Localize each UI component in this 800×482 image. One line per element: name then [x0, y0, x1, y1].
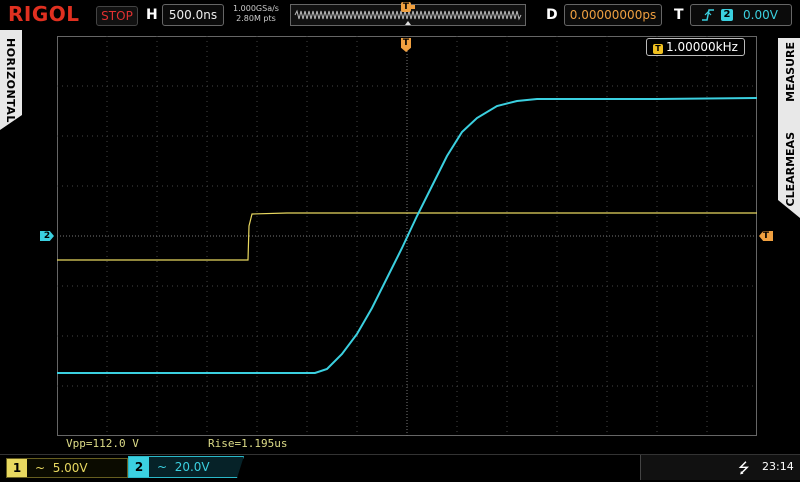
channel1-coupling-and-scale: ~ 5.00V — [35, 459, 88, 477]
usb-icon: ⭍ — [738, 461, 750, 477]
rising-edge-icon — [702, 9, 714, 21]
trigger-settings[interactable]: 2 0.00V — [690, 4, 792, 26]
trigger-level-marker[interactable]: T — [759, 231, 773, 241]
trigger-label: T — [674, 7, 684, 23]
measure-label: MEASURE — [784, 42, 797, 102]
waveform-grid[interactable] — [57, 36, 757, 436]
trigger-level: 0.00V — [743, 8, 778, 22]
clearmeas-label: CLEARMEAS — [784, 132, 797, 207]
timebase-value[interactable]: 500.0ns — [162, 4, 224, 26]
delay-label: D — [546, 7, 558, 23]
measurement-rise: Rise=1.195us — [208, 437, 288, 450]
channel2-number: 2 — [129, 457, 149, 477]
delay-value[interactable]: 0.00000000ps — [564, 4, 662, 26]
channel2-reference-marker[interactable]: 2 — [40, 231, 54, 241]
run-stop-status[interactable]: STOP — [96, 6, 138, 26]
channel1-settings[interactable]: 1 ~ 5.00V — [6, 458, 128, 478]
channel2-coupling-and-scale: ~ 20.0V — [157, 457, 210, 477]
memory-depth: 2.80M pts — [236, 14, 276, 23]
brand-logo: RIGOL — [8, 2, 80, 26]
memory-trigger-marker: T — [401, 2, 411, 12]
measure-side-tab[interactable]: MEASURE CLEARMEAS — [778, 38, 800, 218]
sample-rate: 1.000GSa/s — [233, 4, 279, 13]
horizontal-side-tab[interactable]: HORIZONTAL — [0, 30, 22, 130]
measurement-vpp: Vpp=112.0 V — [66, 437, 139, 450]
channel2-settings[interactable]: 2 ~ 20.0V — [128, 456, 244, 478]
frequency-counter: T 1.00000kHz — [646, 38, 745, 56]
system-clock: 23:14 — [762, 460, 794, 473]
trigger-source-badge: 2 — [721, 9, 733, 21]
horizontal-side-label: HORIZONTAL — [4, 38, 17, 123]
channel1-scale: 5.00V — [52, 461, 88, 475]
frequency-value: 1.00000kHz — [666, 40, 738, 54]
ac-coupling-icon: ~ — [35, 461, 46, 475]
acquisition-info: 1.000GSa/s 2.80M pts — [228, 4, 284, 24]
ac-coupling-icon: ~ — [157, 460, 168, 474]
channel2-scale: 20.0V — [174, 460, 210, 474]
trigger-badge-icon: T — [653, 44, 663, 54]
channel1-number: 1 — [7, 459, 27, 477]
horizontal-label: H — [146, 7, 158, 23]
